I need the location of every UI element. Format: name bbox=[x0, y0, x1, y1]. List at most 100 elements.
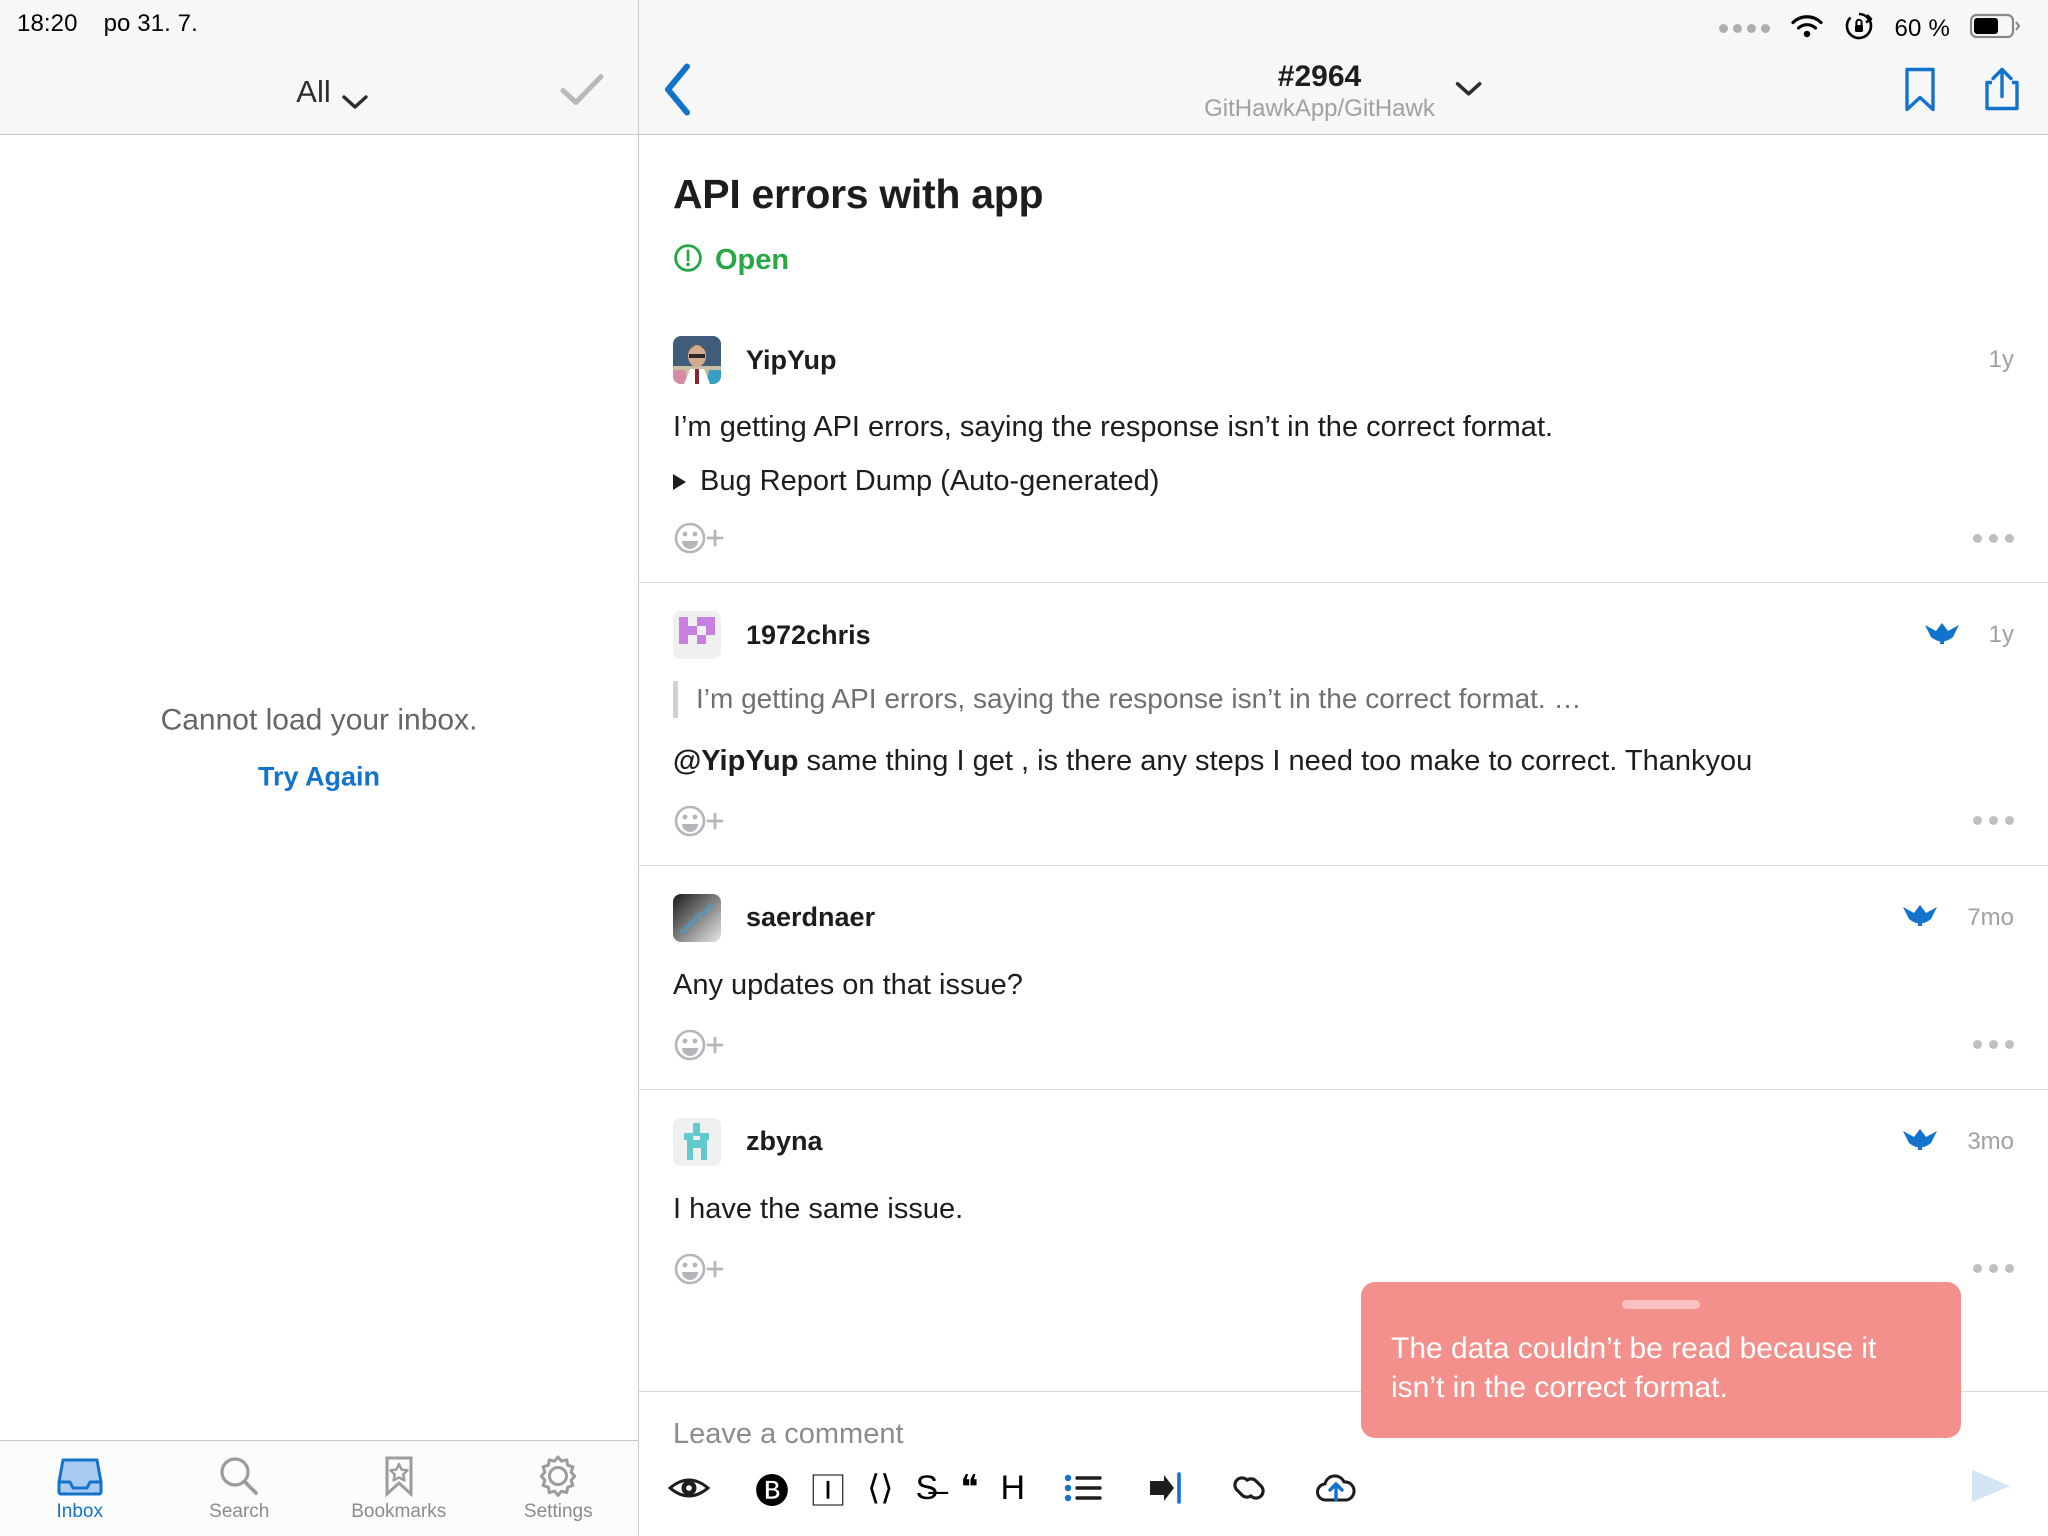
triangle-right-icon bbox=[673, 473, 686, 490]
comment-body: I have the same issue. bbox=[673, 1192, 964, 1225]
comment-timestamp: 3mo bbox=[1967, 1127, 2014, 1155]
comment-meta: 1y bbox=[1989, 336, 2014, 384]
checkmark-icon bbox=[559, 73, 605, 111]
more-horizontal-icon[interactable] bbox=[1973, 1264, 2014, 1274]
avatar[interactable] bbox=[673, 611, 721, 660]
tab-bookmarks[interactable]: Bookmarks bbox=[319, 1441, 479, 1536]
error-toast[interactable]: The data couldn’t be read because it isn… bbox=[1361, 1281, 1961, 1438]
user-mention[interactable]: @YipYup bbox=[673, 745, 799, 777]
comment-author[interactable]: zbyna bbox=[746, 1126, 823, 1157]
bug-report-disclosure-label: Bug Report Dump (Auto-generated) bbox=[700, 465, 1160, 498]
composer-toolbar: 🅑 🄸 ⟨⟩ S̶ ❝ H bbox=[639, 1440, 2048, 1536]
add-reaction-icon[interactable] bbox=[673, 803, 729, 839]
issue-number: #2964 bbox=[1277, 59, 1362, 93]
eye-preview-icon[interactable] bbox=[667, 1471, 711, 1505]
comment-timestamp: 1y bbox=[1988, 346, 2014, 373]
status-bar-time: 18:20 bbox=[17, 10, 78, 37]
comment-actions bbox=[673, 1005, 2014, 1089]
tab-settings[interactable]: Settings bbox=[479, 1441, 639, 1536]
hawk-icon bbox=[1901, 902, 1939, 933]
battery-percent-label: 60 % bbox=[1894, 14, 1950, 42]
chevron-down-icon bbox=[1455, 80, 1483, 103]
issue-nav-actions bbox=[1902, 65, 2022, 118]
avatar[interactable] bbox=[673, 336, 721, 384]
comment-body-text: same thing I get , is there any steps I … bbox=[798, 744, 1753, 777]
try-again-button[interactable]: Try Again bbox=[0, 762, 638, 793]
add-reaction-icon[interactable] bbox=[673, 1251, 729, 1287]
chevron-left-icon bbox=[661, 63, 695, 120]
issue-thread[interactable]: API errors with app Open YipYup 1y I’m g… bbox=[639, 135, 2048, 1391]
comment-author[interactable]: YipYup bbox=[746, 345, 837, 376]
comment-body: I’m getting API errors, saying the respo… bbox=[673, 411, 1554, 443]
heading-icon[interactable]: H bbox=[1001, 1469, 1026, 1508]
bullet-list-icon[interactable] bbox=[1063, 1471, 1103, 1505]
comment-author[interactable]: 1972chris bbox=[746, 620, 871, 651]
comment-item: zbyna 3mo I have the same issue. bbox=[639, 1090, 2048, 1313]
exclamation-circle-icon bbox=[673, 243, 703, 278]
comment-header: saerdnaer saerdnaer 7mo bbox=[673, 866, 2014, 942]
inbox-icon bbox=[56, 1454, 104, 1498]
inbox-filter-label: All bbox=[296, 73, 331, 109]
share-icon[interactable] bbox=[1982, 65, 2022, 118]
gear-icon bbox=[535, 1454, 581, 1498]
inbox-topbar: 18:20 po 31. 7. All bbox=[0, 0, 638, 135]
avatar[interactable]: saerdnaer bbox=[673, 893, 721, 942]
link-icon[interactable] bbox=[1227, 1471, 1271, 1505]
add-reaction-icon[interactable] bbox=[673, 1027, 729, 1063]
inbox-pane: 18:20 po 31. 7. All Cannot load your inb… bbox=[0, 0, 639, 1536]
inbox-list: Cannot load your inbox. Try Again bbox=[0, 135, 638, 1440]
quote-icon[interactable]: ❝ bbox=[960, 1468, 978, 1508]
inbox-empty-state: Cannot load your inbox. Try Again bbox=[0, 704, 638, 793]
tab-inbox[interactable]: Inbox bbox=[0, 1441, 160, 1536]
issue-topbar: 60 % #2964 GitHawkApp/GitHawk bbox=[639, 0, 2048, 135]
issue-pane: 60 % #2964 GitHawkApp/GitHawk API errors… bbox=[639, 0, 2048, 1536]
rotation-lock-icon bbox=[1844, 11, 1874, 46]
tab-settings-label: Settings bbox=[523, 1501, 593, 1522]
comment-meta: 3mo bbox=[1901, 1118, 2014, 1166]
hawk-icon bbox=[1901, 1126, 1939, 1157]
tab-search[interactable]: Search bbox=[160, 1441, 320, 1536]
repository-name: GitHawkApp/GitHawk bbox=[1204, 94, 1435, 122]
avatar[interactable] bbox=[673, 1117, 721, 1166]
tab-bar: Inbox Search Bookmarks Settings bbox=[0, 1440, 638, 1536]
comment-quote: I’m getting API errors, saying the respo… bbox=[673, 681, 2014, 718]
comment-meta: 7mo bbox=[1901, 894, 2014, 942]
comment-item: 1972chris 1y I’m getting API errors, say… bbox=[639, 583, 2048, 866]
more-horizontal-icon[interactable] bbox=[1973, 816, 2014, 826]
italic-icon[interactable]: 🄸 bbox=[811, 1464, 845, 1513]
issue-title: API errors with app bbox=[673, 171, 1044, 217]
status-bar-date: po 31. 7. bbox=[103, 10, 198, 37]
signal-dots-icon bbox=[1719, 24, 1771, 33]
issue-header: API errors with app Open bbox=[639, 135, 2048, 278]
mark-all-read-button[interactable] bbox=[559, 71, 605, 112]
bug-report-disclosure[interactable]: Bug Report Dump (Auto-generated) bbox=[673, 465, 2014, 498]
inbox-filter-button[interactable]: All bbox=[296, 73, 368, 110]
comment-header: 1972chris 1y bbox=[673, 583, 2014, 660]
issue-title-button[interactable]: #2964 GitHawkApp/GitHawk bbox=[1204, 59, 1483, 123]
app-root: 18:20 po 31. 7. All Cannot load your inb… bbox=[0, 0, 2048, 1536]
comment-item: saerdnaer saerdnaer 7mo Any updates on t… bbox=[639, 866, 2048, 1090]
indent-icon[interactable] bbox=[1147, 1471, 1183, 1505]
tab-search-label: Search bbox=[209, 1501, 270, 1522]
status-badge: Open bbox=[673, 243, 2014, 278]
add-reaction-icon[interactable] bbox=[673, 520, 729, 556]
drag-handle-icon[interactable] bbox=[1622, 1299, 1700, 1309]
code-icon[interactable]: ⟨⟩ bbox=[867, 1468, 894, 1508]
more-horizontal-icon[interactable] bbox=[1973, 1040, 2014, 1050]
send-icon[interactable] bbox=[1964, 1464, 2018, 1513]
back-button[interactable] bbox=[661, 62, 695, 121]
bookmark-icon[interactable] bbox=[1902, 66, 1938, 117]
battery-icon bbox=[1969, 13, 2021, 44]
comment-header: YipYup 1y bbox=[673, 308, 2014, 384]
more-horizontal-icon[interactable] bbox=[1973, 533, 2014, 543]
emoji-format-strip[interactable]: 🅑 🄸 ⟨⟩ S̶ ❝ H bbox=[755, 1464, 1025, 1513]
comment-header: zbyna 3mo bbox=[673, 1090, 2014, 1166]
comment-author[interactable]: saerdnaer bbox=[746, 902, 875, 933]
upload-image-icon[interactable] bbox=[1315, 1471, 1357, 1505]
bold-icon[interactable]: 🅑 bbox=[755, 1464, 789, 1513]
issue-navbar: #2964 GitHawkApp/GitHawk bbox=[639, 48, 2048, 135]
status-bar-right: 60 % bbox=[1719, 11, 2021, 46]
strikethrough-icon[interactable]: S̶ bbox=[916, 1469, 939, 1508]
wifi-icon bbox=[1790, 13, 1824, 44]
tab-bookmarks-label: Bookmarks bbox=[351, 1501, 447, 1522]
